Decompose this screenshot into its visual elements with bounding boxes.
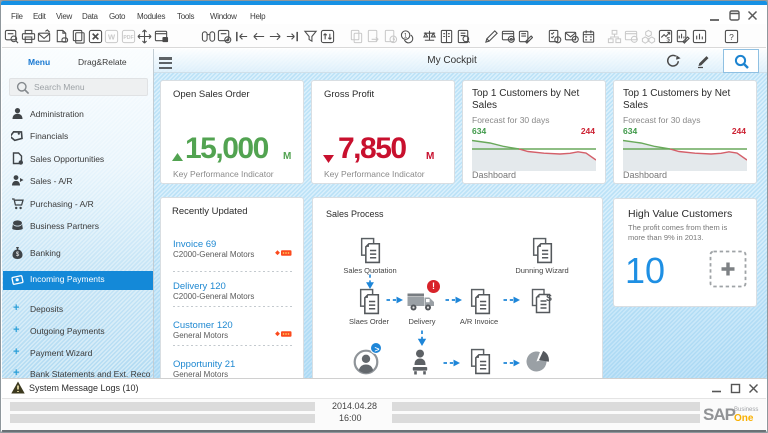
svg-text:W: W [108, 32, 116, 41]
svg-text:?: ? [729, 32, 734, 42]
svg-text:$: $ [666, 37, 670, 44]
svg-text:PDF: PDF [123, 35, 133, 41]
